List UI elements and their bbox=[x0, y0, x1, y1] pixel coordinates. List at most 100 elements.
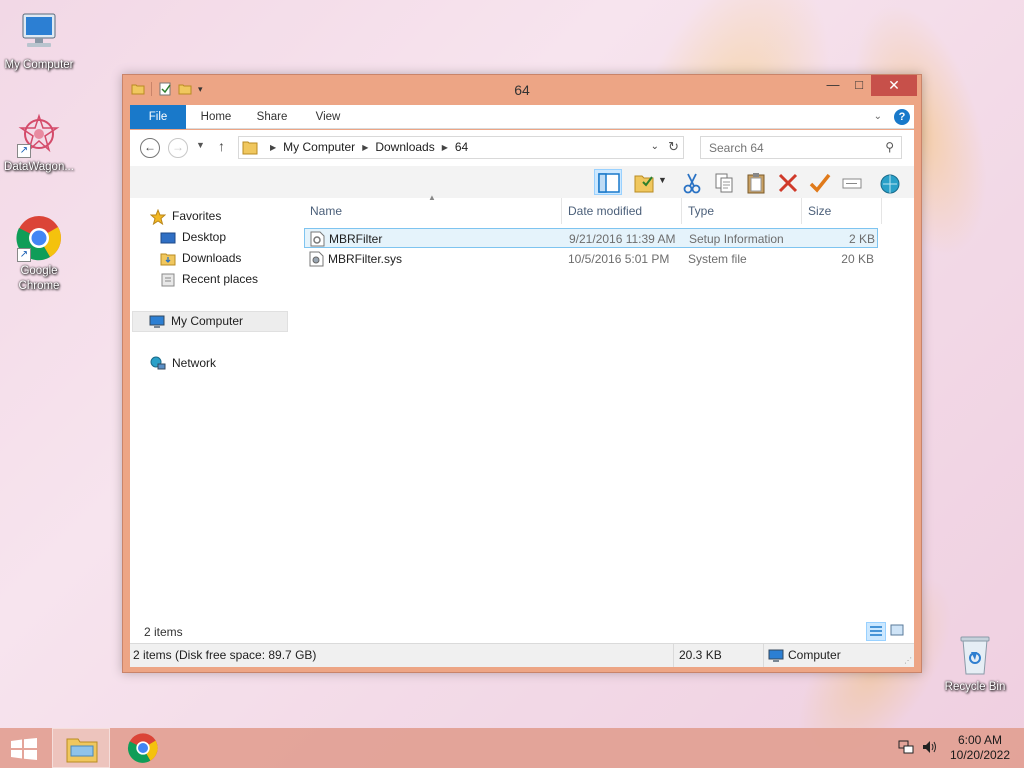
explorer-window[interactable]: ▾ 64 — □ ✕ File Home Share View ⌄ ? ← → … bbox=[122, 74, 922, 673]
column-headers: ▲ Name Date modified Type Size bbox=[304, 193, 882, 224]
shortcut-arrow-icon: ↗ bbox=[17, 144, 31, 158]
nav-item-network[interactable]: Network bbox=[150, 353, 216, 374]
clock-date: 10/20/2022 bbox=[949, 748, 1011, 762]
paste-button[interactable] bbox=[742, 169, 770, 195]
chrome-icon: ↗ bbox=[15, 214, 63, 262]
column-size[interactable]: Size bbox=[802, 198, 882, 224]
computer-icon bbox=[15, 8, 63, 56]
globe-icon bbox=[880, 174, 900, 194]
folder-check-icon bbox=[634, 175, 654, 193]
desktop-icon-label: Google Chrome bbox=[18, 265, 60, 292]
details-view-button[interactable] bbox=[866, 622, 886, 641]
breadcrumb-separator-icon[interactable]: ▶ bbox=[362, 137, 368, 158]
breadcrumb-downloads[interactable]: Downloads bbox=[375, 137, 434, 158]
maximize-button[interactable]: □ bbox=[845, 75, 873, 96]
tab-file[interactable]: File bbox=[130, 105, 186, 129]
view-buttons bbox=[866, 622, 908, 641]
item-count: 2 items bbox=[144, 625, 183, 639]
breadcrumb-separator-icon[interactable]: ▶ bbox=[270, 137, 276, 158]
tab-view[interactable]: View bbox=[302, 105, 354, 129]
computer-icon bbox=[149, 314, 165, 330]
expand-ribbon-icon[interactable]: ⌄ bbox=[874, 111, 882, 122]
breadcrumb-my-computer[interactable]: My Computer bbox=[283, 137, 355, 158]
help-icon[interactable]: ? bbox=[894, 109, 910, 125]
taskbar-file-explorer[interactable] bbox=[52, 728, 110, 768]
resize-grip-icon[interactable]: ⋰ bbox=[904, 656, 912, 665]
chevron-down-icon: ▼ bbox=[658, 175, 667, 185]
cut-button[interactable] bbox=[678, 169, 706, 195]
close-button[interactable]: ✕ bbox=[871, 75, 917, 96]
start-button[interactable] bbox=[10, 738, 38, 760]
datawagon-icon: ↗ bbox=[15, 110, 63, 158]
column-name[interactable]: Name bbox=[304, 198, 562, 224]
system-clock[interactable]: 6:00 AM 10/20/2022 bbox=[940, 733, 1020, 763]
address-dropdown-chevron-icon[interactable]: ⌄ bbox=[651, 141, 659, 152]
breadcrumb-64[interactable]: 64 bbox=[455, 137, 468, 158]
file-row[interactable]: MBRFilter.sys 10/5/2016 5:01 PM System f… bbox=[304, 249, 878, 269]
minimize-button[interactable]: — bbox=[819, 75, 847, 96]
delete-button[interactable] bbox=[774, 169, 802, 195]
status-location-label: Computer bbox=[788, 648, 841, 662]
nav-item-desktop[interactable]: Desktop bbox=[160, 227, 226, 248]
status-summary: 2 items (Disk free space: 89.7 GB) bbox=[130, 644, 674, 667]
network-globe-button[interactable] bbox=[876, 169, 904, 195]
large-icons-view-button[interactable] bbox=[888, 622, 908, 641]
refresh-icon[interactable]: ↻ bbox=[668, 139, 679, 155]
desktop-icon-my-computer[interactable]: My Computer bbox=[0, 8, 81, 73]
taskbar-google-chrome[interactable] bbox=[114, 728, 172, 768]
search-box[interactable]: ⚲ bbox=[700, 136, 902, 159]
nav-item-label: Downloads bbox=[182, 251, 242, 265]
taskbar: 6:00 AM 10/20/2022 bbox=[0, 728, 1024, 768]
copy-button[interactable] bbox=[710, 169, 738, 195]
select-folder-button[interactable] bbox=[630, 169, 658, 195]
nav-item-my-computer[interactable]: My Computer bbox=[132, 311, 288, 332]
nav-item-downloads[interactable]: Downloads bbox=[160, 248, 241, 269]
file-explorer-icon bbox=[66, 738, 98, 763]
folder-icon bbox=[242, 140, 258, 155]
forward-button[interactable]: → bbox=[168, 138, 188, 158]
column-date-modified[interactable]: Date modified bbox=[562, 198, 682, 224]
nav-item-label: Desktop bbox=[182, 230, 227, 244]
search-input[interactable] bbox=[701, 137, 871, 158]
select-dropdown-button[interactable]: ▼ bbox=[656, 169, 670, 195]
back-button[interactable]: ← bbox=[140, 138, 160, 158]
breadcrumb: ▶ My Computer ▶ Downloads ▶ 64 bbox=[263, 137, 468, 158]
breadcrumb-separator-icon[interactable]: ▶ bbox=[442, 137, 448, 158]
recycle-bin-icon bbox=[951, 630, 999, 678]
recent-places-icon bbox=[160, 272, 176, 288]
volume-icon[interactable] bbox=[922, 740, 938, 757]
address-field[interactable]: ▶ My Computer ▶ Downloads ▶ 64 ⌄ ↻ bbox=[238, 136, 684, 159]
chrome-icon bbox=[127, 733, 158, 763]
copy-icon bbox=[715, 173, 733, 193]
details-view-icon bbox=[870, 626, 882, 636]
file-row[interactable]: MBRFilter 9/21/2016 11:39 AM Setup Infor… bbox=[304, 228, 878, 248]
apply-button[interactable] bbox=[806, 169, 834, 195]
title-bar[interactable]: ▾ 64 — □ ✕ bbox=[123, 75, 921, 105]
column-type[interactable]: Type bbox=[682, 198, 802, 224]
desktop-icon-datawagon[interactable]: ↗ DataWagon... bbox=[0, 110, 81, 175]
desktop-icon-google-chrome[interactable]: ↗ Google Chrome bbox=[0, 214, 81, 294]
star-icon bbox=[149, 208, 167, 225]
file-name: MBRFilter.sys bbox=[328, 252, 403, 266]
tab-share[interactable]: Share bbox=[246, 105, 298, 129]
tab-home[interactable]: Home bbox=[190, 105, 242, 129]
recent-locations-chevron-icon[interactable]: ▼ bbox=[196, 140, 205, 150]
clock-time: 6:00 AM bbox=[957, 733, 1003, 747]
network-tray-icon[interactable] bbox=[898, 740, 914, 757]
ribbon-tabs: File Home Share View ⌄ ? bbox=[130, 105, 914, 129]
desktop-icon-label: My Computer bbox=[4, 59, 74, 71]
rename-button[interactable] bbox=[838, 169, 866, 195]
nav-item-favorites[interactable]: Favorites bbox=[149, 206, 221, 227]
large-icons-view-icon bbox=[890, 624, 904, 636]
nav-item-recent-places[interactable]: Recent places bbox=[160, 269, 258, 290]
preview-pane-button[interactable] bbox=[594, 169, 622, 195]
nav-item-label: My Computer bbox=[171, 314, 244, 328]
rename-icon bbox=[842, 178, 862, 189]
command-toolbar: ▼ bbox=[130, 166, 914, 198]
desktop-icon-recycle-bin[interactable]: Recycle Bin bbox=[933, 630, 1017, 695]
search-icon[interactable]: ⚲ bbox=[885, 140, 894, 154]
status-location: Computer bbox=[764, 644, 904, 667]
up-button[interactable]: ↑ bbox=[218, 138, 225, 154]
computer-icon bbox=[768, 648, 784, 662]
nav-item-label: Recent places bbox=[182, 272, 259, 286]
